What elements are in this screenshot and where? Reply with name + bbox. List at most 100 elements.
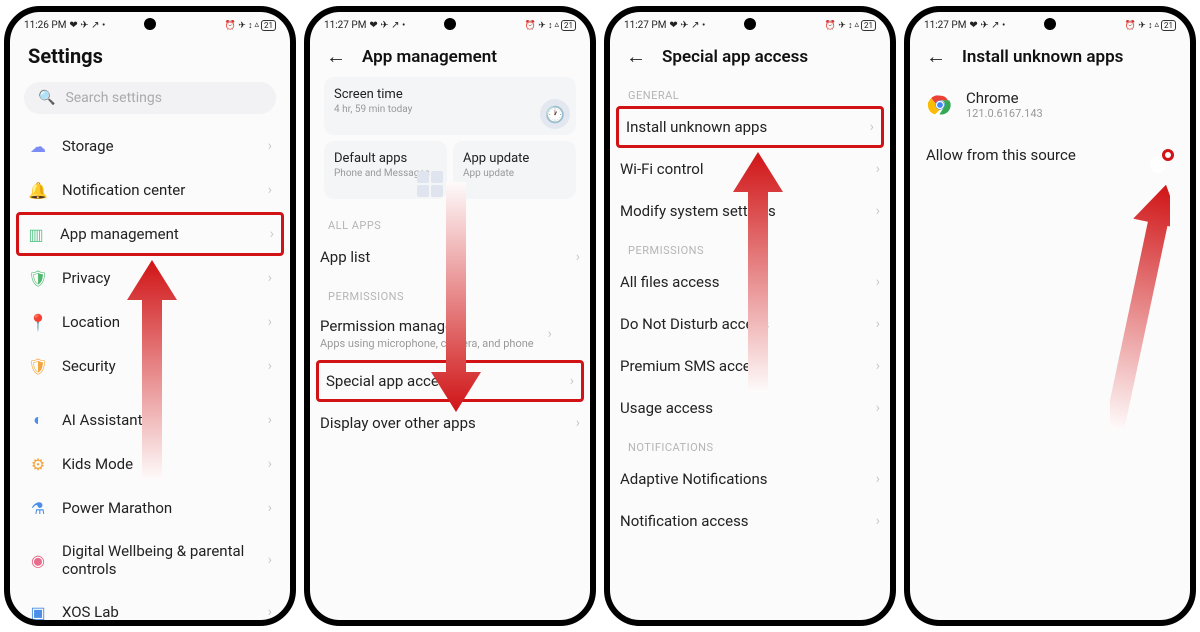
access-row[interactable]: Do Not Disturb access ›	[610, 303, 890, 345]
card-screen-time[interactable]: Screen time 4 hr, 59 min today 🕐	[324, 77, 576, 135]
row-label: Adaptive Notifications	[620, 470, 862, 488]
settings-list-2: ◐ AI Assistant › ⚙ Kids Mode › ⚗ Power M…	[10, 398, 290, 626]
chrome-icon	[926, 91, 954, 119]
battery-icon: 21	[861, 20, 876, 31]
camera-hole-icon	[744, 18, 756, 30]
card-app-update[interactable]: App update App update	[453, 141, 576, 199]
access-row[interactable]: All files access ›	[610, 261, 890, 303]
settings-row[interactable]: 🛡 Security ›	[18, 344, 282, 388]
settings-row[interactable]: ⚙ Kids Mode ›	[18, 442, 282, 486]
section-permissions: PERMISSIONS	[610, 232, 890, 261]
allow-source-label: Allow from this source	[926, 146, 1076, 164]
settings-row[interactable]: 🛡 Privacy ›	[18, 256, 282, 300]
card-default-apps[interactable]: Default apps Phone and Messages	[324, 141, 447, 199]
chevron-right-icon: ›	[268, 456, 272, 472]
row-label: Modify system settings	[620, 202, 862, 220]
header: ← App management	[310, 34, 590, 77]
row-label: Power Marathon	[62, 499, 254, 517]
chevron-right-icon: ›	[268, 138, 272, 154]
card-title: App update	[463, 151, 566, 166]
back-button[interactable]: ←	[326, 44, 346, 69]
settings-row[interactable]: ☁ Storage ›	[18, 124, 282, 168]
chevron-right-icon: ›	[548, 326, 552, 342]
status-right-icons: ⏰ ✈ ↕	[225, 20, 253, 31]
battery-icon: 21	[261, 20, 276, 31]
row-label: Wi-Fi control	[620, 160, 862, 178]
chevron-right-icon: ›	[268, 270, 272, 286]
settings-row[interactable]: ◐ AI Assistant ›	[18, 398, 282, 442]
signal-icon: ▵	[554, 20, 559, 30]
section-general: GENERAL	[610, 77, 890, 106]
chevron-right-icon: ›	[268, 500, 272, 516]
row-label: Notification access	[620, 512, 862, 530]
status-time: 11:26 PM	[24, 20, 66, 31]
app-version: 121.0.6167.143	[966, 107, 1043, 120]
access-row[interactable]: Adaptive Notifications ›	[610, 458, 890, 500]
ic-xos-icon: ▣	[28, 602, 48, 622]
ic-well-icon: ◉	[28, 550, 48, 570]
card-title: Screen time	[334, 87, 566, 102]
arrow-annotation-icon	[1110, 182, 1170, 432]
row-label: AI Assistant	[62, 411, 254, 429]
row-label: Digital Wellbeing & parental controls	[62, 542, 254, 578]
battery-icon: 21	[561, 20, 576, 31]
chevron-right-icon: ›	[268, 358, 272, 374]
section-notifications: NOTIFICATIONS	[610, 429, 890, 458]
settings-row[interactable]: 🔔 Notification center ›	[18, 168, 282, 212]
row-display-over-apps[interactable]: Display over other apps ›	[310, 402, 590, 444]
status-right-icons: ⏰ ✈ ↕	[525, 20, 553, 31]
search-icon: 🔍	[38, 90, 55, 106]
back-button[interactable]: ←	[926, 44, 946, 69]
settings-row[interactable]: ⚗ Power Marathon ›	[18, 486, 282, 530]
status-time: 11:27 PM	[324, 20, 366, 31]
toggle-highlight	[1162, 149, 1174, 161]
row-label: Premium SMS access	[620, 357, 862, 375]
row-label: Security	[62, 357, 254, 375]
row-label: Do Not Disturb access	[620, 315, 862, 333]
chevron-right-icon: ›	[876, 316, 880, 332]
status-right-icons: ⏰ ✈ ↕	[1125, 20, 1153, 31]
row-label: Storage	[62, 137, 254, 155]
chevron-right-icon: ›	[576, 415, 580, 431]
search-input[interactable]: 🔍 Search settings	[24, 82, 276, 114]
back-button[interactable]: ←	[626, 44, 646, 69]
status-time: 11:27 PM	[924, 20, 966, 31]
row-label: XOS Lab	[62, 603, 254, 621]
row-label: Location	[62, 313, 254, 331]
access-row[interactable]: Premium SMS access ›	[610, 345, 890, 387]
ic-app-icon: ▥	[26, 224, 46, 244]
status-left-icons: ❤ ✈ ↗ •	[969, 20, 1005, 31]
card-subtitle: 4 hr, 59 min today	[334, 104, 566, 115]
access-row[interactable]: Usage access ›	[610, 387, 890, 429]
access-row[interactable]: Notification access ›	[610, 500, 890, 542]
header: ← Special app access	[610, 34, 890, 77]
settings-row[interactable]: ▣ XOS Lab ›	[18, 590, 282, 626]
row-app-list[interactable]: App list ›	[310, 236, 590, 278]
access-row[interactable]: Install unknown apps ›	[616, 106, 884, 148]
camera-hole-icon	[444, 18, 456, 30]
page-title: Special app access	[662, 47, 808, 67]
settings-row[interactable]: ◉ Digital Wellbeing & parental controls …	[18, 530, 282, 590]
row-label: App management	[60, 225, 256, 243]
ic-ai-icon: ◐	[28, 410, 48, 430]
phone-install-unknown-apps: 11:27 PM❤ ✈ ↗ • ⏰ ✈ ↕▵21 ← Install unkno…	[904, 6, 1196, 626]
chevron-right-icon: ›	[876, 513, 880, 529]
chevron-right-icon: ›	[268, 552, 272, 568]
chevron-right-icon: ›	[576, 249, 580, 265]
chevron-right-icon: ›	[570, 373, 574, 389]
phone-app-management: 11:27 PM❤ ✈ ↗ • ⏰ ✈ ↕▵21 ← App managemen…	[304, 6, 596, 626]
status-time: 11:27 PM	[624, 20, 666, 31]
ic-loc-icon: 📍	[28, 312, 48, 332]
settings-row[interactable]: 📍 Location ›	[18, 300, 282, 344]
status-left-icons: ❤ ✈ ↗ •	[669, 20, 705, 31]
signal-icon: ▵	[1154, 20, 1159, 30]
card-subtitle: App update	[463, 168, 566, 179]
clock-icon: 🕐	[540, 99, 570, 129]
row-special-app-access[interactable]: Special app access ›	[316, 360, 584, 402]
settings-row[interactable]: ▥ App management ›	[16, 212, 284, 256]
status-right-icons: ⏰ ✈ ↕	[825, 20, 853, 31]
access-row[interactable]: Wi-Fi control ›	[610, 148, 890, 190]
signal-icon: ▵	[854, 20, 859, 30]
row-permission-manager[interactable]: Permission manager Apps using microphone…	[310, 307, 590, 360]
access-row[interactable]: Modify system settings ›	[610, 190, 890, 232]
